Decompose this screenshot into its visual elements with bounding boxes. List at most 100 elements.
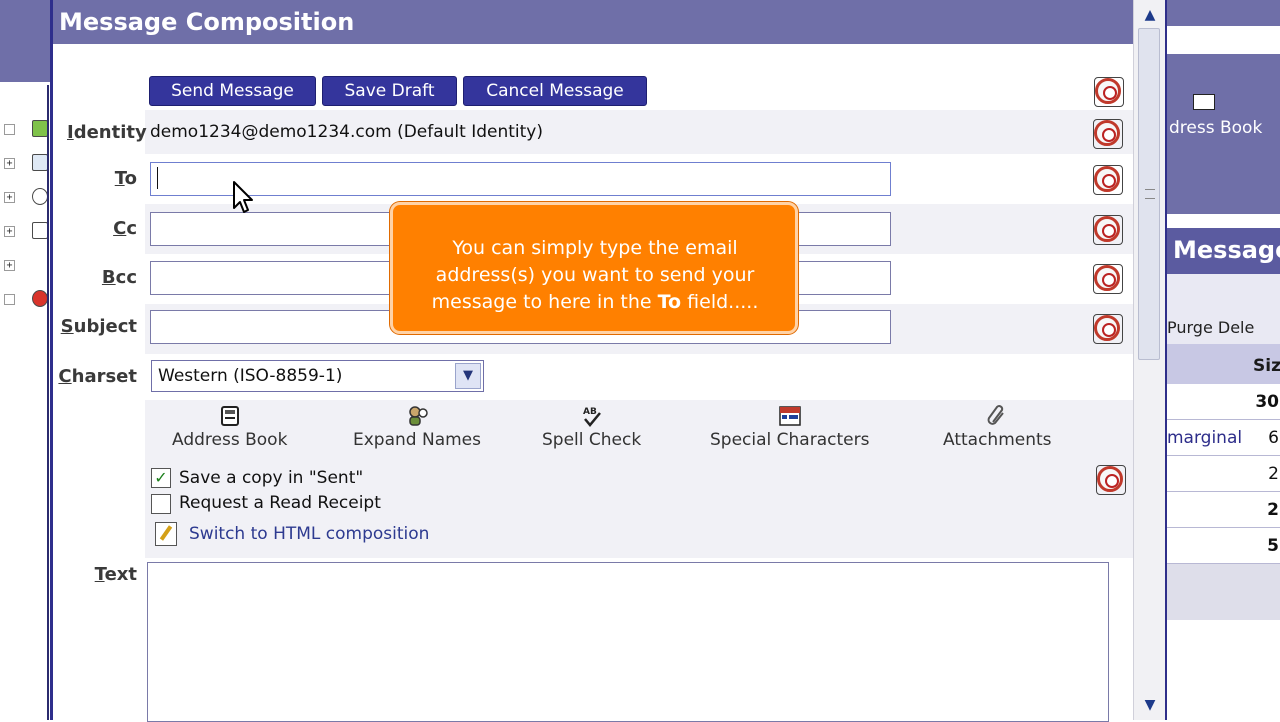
subject-label: Subject — [60, 316, 137, 337]
tree-expand-icon[interactable]: + — [4, 192, 15, 203]
spell-check-tool[interactable]: AB Spell Check — [542, 404, 641, 450]
search-folder-icon — [32, 188, 48, 205]
message-list-row[interactable]: 2 — [1167, 492, 1280, 528]
size-column-header[interactable]: Siz — [1253, 356, 1280, 376]
save-draft-button[interactable]: Save Draft — [322, 76, 457, 106]
message-size-cell: 2 — [1268, 464, 1279, 484]
pane-divider — [47, 85, 49, 720]
charset-selected-value: Western (ISO-8859-1) — [158, 366, 343, 386]
tree-expand-icon[interactable]: + — [4, 260, 15, 271]
message-list-row[interactable]: 2 — [1167, 456, 1280, 492]
special-characters-tool[interactable]: Special Characters — [710, 404, 869, 450]
read-receipt-checkbox[interactable] — [151, 494, 171, 514]
help-icon[interactable] — [1096, 465, 1126, 495]
message-list-row[interactable]: 5 — [1167, 528, 1280, 564]
tree-expand-icon[interactable]: + — [4, 158, 15, 169]
save-copy-label[interactable]: Save a copy in "Sent" — [179, 468, 363, 488]
identity-value[interactable]: demo1234@demo1234.com (Default Identity) — [150, 122, 543, 142]
charset-select[interactable]: Western (ISO-8859-1) ▼ — [151, 360, 484, 392]
scrollbar-thumb[interactable] — [1138, 28, 1160, 360]
logout-icon — [32, 290, 48, 307]
background-tree-row[interactable]: + — [2, 220, 52, 242]
messages-footer — [1167, 564, 1280, 620]
address-book-icon — [218, 404, 242, 428]
help-icon[interactable] — [1093, 119, 1123, 149]
charset-label: Charset — [58, 366, 137, 387]
message-body-textarea[interactable] — [147, 562, 1109, 722]
expand-names-label: Expand Names — [353, 430, 481, 450]
help-icon[interactable] — [1093, 264, 1123, 294]
scroll-up-icon[interactable]: ▲ — [1140, 4, 1160, 26]
compose-form: Send Message Save Draft Cancel Message I… — [53, 44, 1133, 722]
to-input[interactable] — [150, 162, 891, 196]
tutorial-callout-text: You can simply type the email address(s)… — [403, 235, 787, 316]
bcc-label: Bcc — [101, 267, 137, 288]
message-size-cell: 5 — [1267, 536, 1279, 556]
cancel-message-button[interactable]: Cancel Message — [463, 76, 647, 106]
special-characters-label: Special Characters — [710, 430, 870, 450]
send-message-button[interactable]: Send Message — [149, 76, 316, 106]
to-label: To — [114, 168, 137, 189]
expand-names-icon — [405, 404, 429, 428]
switch-html-link[interactable]: Switch to HTML composition — [189, 524, 429, 544]
background-tree-row[interactable] — [2, 288, 52, 310]
expand-names-tool[interactable]: Expand Names — [353, 404, 481, 450]
background-tree-row[interactable]: + — [2, 254, 52, 276]
mouse-cursor-icon — [233, 181, 253, 213]
help-icon[interactable] — [1093, 314, 1123, 344]
callout-emphasis: To — [657, 291, 682, 313]
checkmark-icon: ✓ — [154, 468, 168, 487]
background-header-band — [1167, 0, 1280, 26]
calendar-icon — [32, 222, 48, 239]
message-size-cell: 30 — [1255, 392, 1279, 412]
background-address-book-panel[interactable]: dress Book — [1167, 54, 1280, 214]
read-receipt-label[interactable]: Request a Read Receipt — [179, 493, 381, 513]
chevron-down-icon[interactable]: ▼ — [455, 363, 481, 389]
messages-toolbar: Purge Dele — [1167, 274, 1280, 344]
callout-line: message to here in the — [431, 291, 658, 313]
spell-check-icon: AB — [580, 404, 604, 428]
message-size-cell: 2 — [1267, 500, 1279, 520]
message-size-cell: 6 — [1268, 428, 1279, 448]
grip-icon — [1145, 189, 1155, 199]
message-composition-window: Message Composition Send Message Save Dr… — [50, 0, 1165, 722]
help-icon[interactable] — [1093, 215, 1123, 245]
background-header-band — [0, 0, 52, 82]
tree-collapse-icon[interactable] — [4, 124, 15, 135]
tree-collapse-icon[interactable] — [4, 294, 15, 305]
save-copy-checkbox[interactable]: ✓ — [151, 468, 171, 488]
window-title-bar: Message Composition — [53, 0, 1133, 44]
callout-line: field..... — [681, 291, 759, 313]
background-tree-row[interactable] — [2, 118, 52, 140]
cc-label: Cc — [113, 218, 137, 239]
help-icon[interactable] — [1093, 165, 1123, 195]
help-icon[interactable] — [1094, 77, 1124, 107]
identity-label: Identity — [67, 122, 147, 143]
mail-icon — [32, 154, 48, 171]
text-label: Text — [94, 564, 137, 585]
background-folder-pane: + + + + — [0, 0, 52, 720]
svg-text:AB: AB — [583, 407, 597, 417]
message-list-row[interactable]: 30 — [1167, 384, 1280, 420]
window-scrollbar[interactable]: ▲ ▼ — [1133, 0, 1165, 720]
special-characters-icon — [778, 404, 802, 428]
callout-line: You can simply type the email — [452, 237, 738, 259]
background-tree-row[interactable]: + — [2, 186, 52, 208]
message-list-row[interactable]: marginal 6 — [1167, 420, 1280, 456]
messages-table-header: Siz — [1167, 344, 1280, 384]
address-book-label[interactable]: dress Book — [1169, 118, 1262, 138]
purge-deleted-button[interactable]: Purge Dele — [1167, 318, 1254, 337]
tree-expand-icon[interactable]: + — [4, 226, 15, 237]
message-subject-cell[interactable]: marginal — [1167, 428, 1242, 448]
callout-line: address(s) you want to send your — [435, 264, 755, 286]
folder-icon — [32, 120, 48, 137]
address-book-tool[interactable]: Address Book — [172, 404, 287, 450]
tools-icon — [32, 256, 48, 273]
attachments-label: Attachments — [943, 430, 1052, 450]
attachments-tool[interactable]: Attachments — [943, 404, 1052, 450]
background-tree-row[interactable]: + — [2, 152, 52, 174]
address-book-icon — [1193, 94, 1215, 110]
messages-title: Message — [1173, 236, 1280, 264]
scroll-down-icon[interactable]: ▼ — [1140, 694, 1160, 716]
tutorial-callout: You can simply type the email address(s)… — [390, 202, 798, 334]
